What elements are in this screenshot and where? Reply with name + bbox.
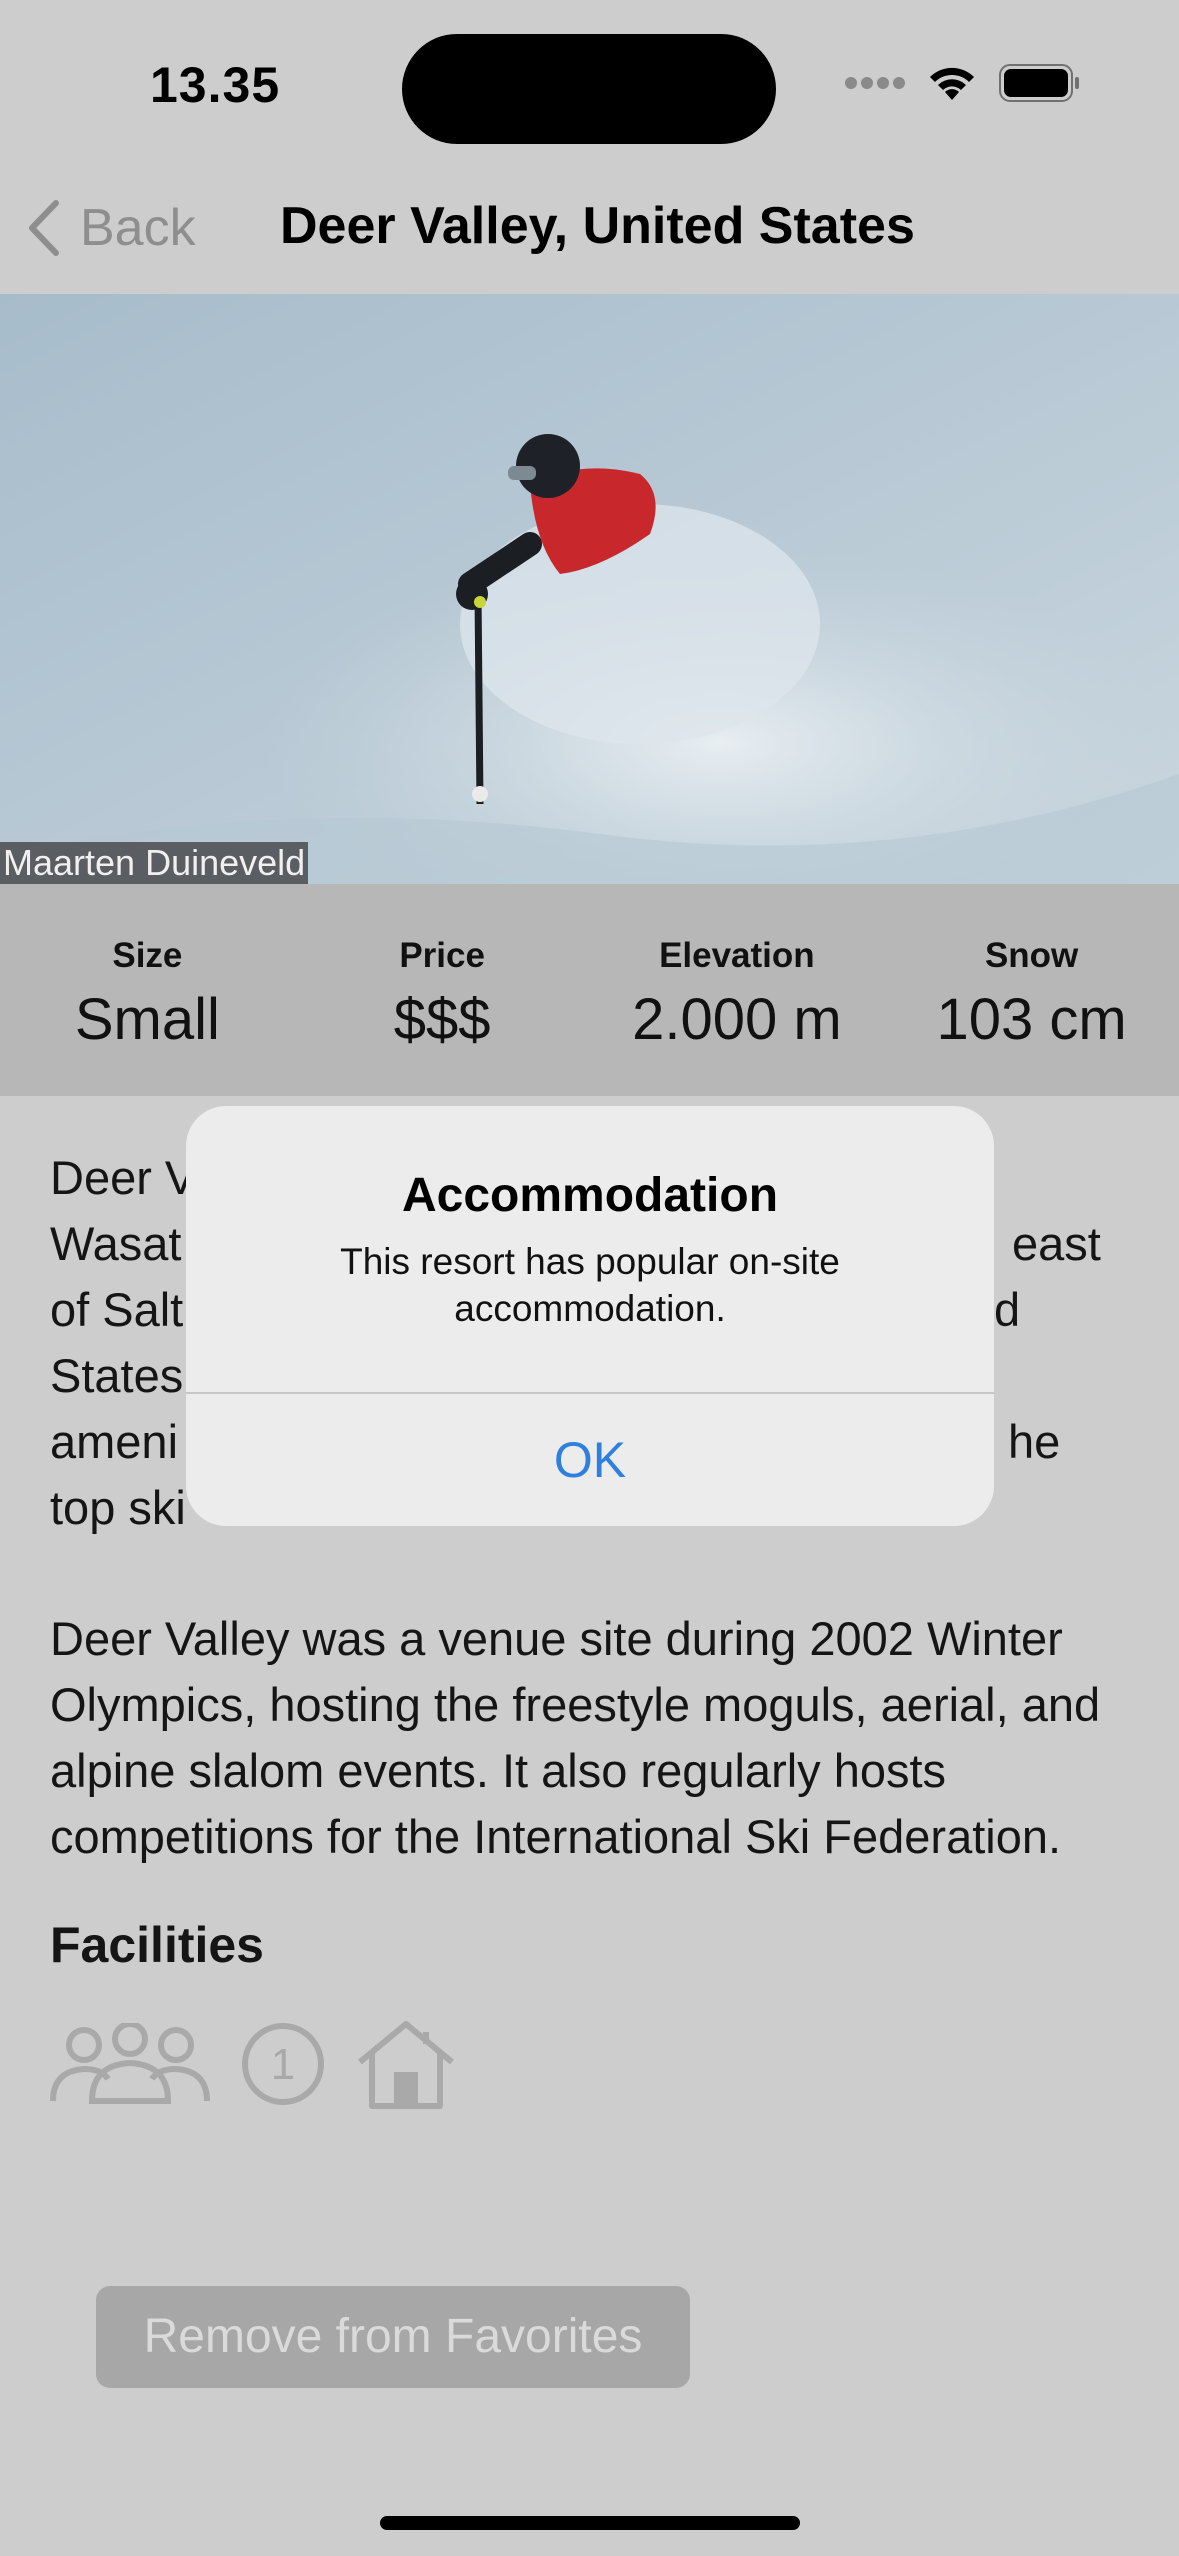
status-bar: 13.35 [0,0,1179,170]
accommodation-alert: Accommodation This resort has popular on… [186,1106,994,1526]
page-title: Deer Valley, United States [280,197,915,255]
battery-icon [999,64,1079,102]
home-indicator[interactable] [380,2516,800,2530]
description-fragment: States [50,1349,184,1402]
status-time: 13.35 [150,57,281,113]
facilities-title: Facilities [50,1917,264,1973]
stat-value: Small [74,987,220,1052]
wifi-icon [930,67,974,100]
description-fragment: top ski [50,1481,186,1534]
stat-elevation: Elevation 2.000 m [590,884,885,1096]
alert-title: Accommodation [401,1169,779,1222]
stat-value: $$$ [393,987,491,1052]
chevron-left-icon [29,200,59,256]
description-fragment: Deer V [50,1151,197,1204]
stat-value: 2.000 m [632,987,842,1052]
navigation-bar: Back Deer Valley, United States [0,170,1179,294]
stat-label: Snow [984,936,1079,975]
svg-text:1: 1 [271,2040,295,2089]
description-section: Deer Valley was a venue site during 2002… [50,1606,1140,2110]
alert-ok-button[interactable]: OK [186,1394,994,1526]
back-label: Back [80,199,196,257]
alert-message: This resort has popular on-site accommod… [340,1241,840,1329]
stat-label: Size [112,936,183,975]
description-fragment: d [994,1283,1021,1336]
description-fragment: he [1008,1415,1061,1468]
description-fragment: of Salt [50,1283,184,1336]
photo-credit: Maarten Duineveld [0,842,309,884]
dynamic-island [402,34,776,144]
facilities-icons: 1 [50,2018,1140,2110]
stat-label: Elevation [659,936,815,975]
resort-hero-image: Maarten Duineveld [0,294,1179,884]
remove-from-favorites-button[interactable]: Remove from Favorites [96,2286,690,2388]
back-button[interactable]: Back [26,198,196,258]
people-group-icon [50,2023,210,2104]
house-icon [358,2021,454,2109]
description-fragment: east [1012,1217,1101,1270]
stat-snow: Snow 103 cm [884,884,1179,1096]
skier-photo [0,294,1179,884]
stat-value: 103 cm [936,987,1127,1052]
stat-price: Price $$$ [295,884,590,1096]
cellular-signal-icon [845,77,905,89]
stat-size: Size Small [0,884,295,1096]
stat-label: Price [399,936,485,975]
description-fragment: Wasat [50,1217,182,1270]
number-one-circle-icon: 1 [242,2023,324,2105]
resort-stats: Size Small Price $$$ Elevation 2.000 m S… [0,884,1179,1096]
description-fragment: ameni [50,1415,179,1468]
status-icons [845,64,1081,102]
description-paragraph-2: Deer Valley was a venue site during 2002… [50,1612,1101,1863]
